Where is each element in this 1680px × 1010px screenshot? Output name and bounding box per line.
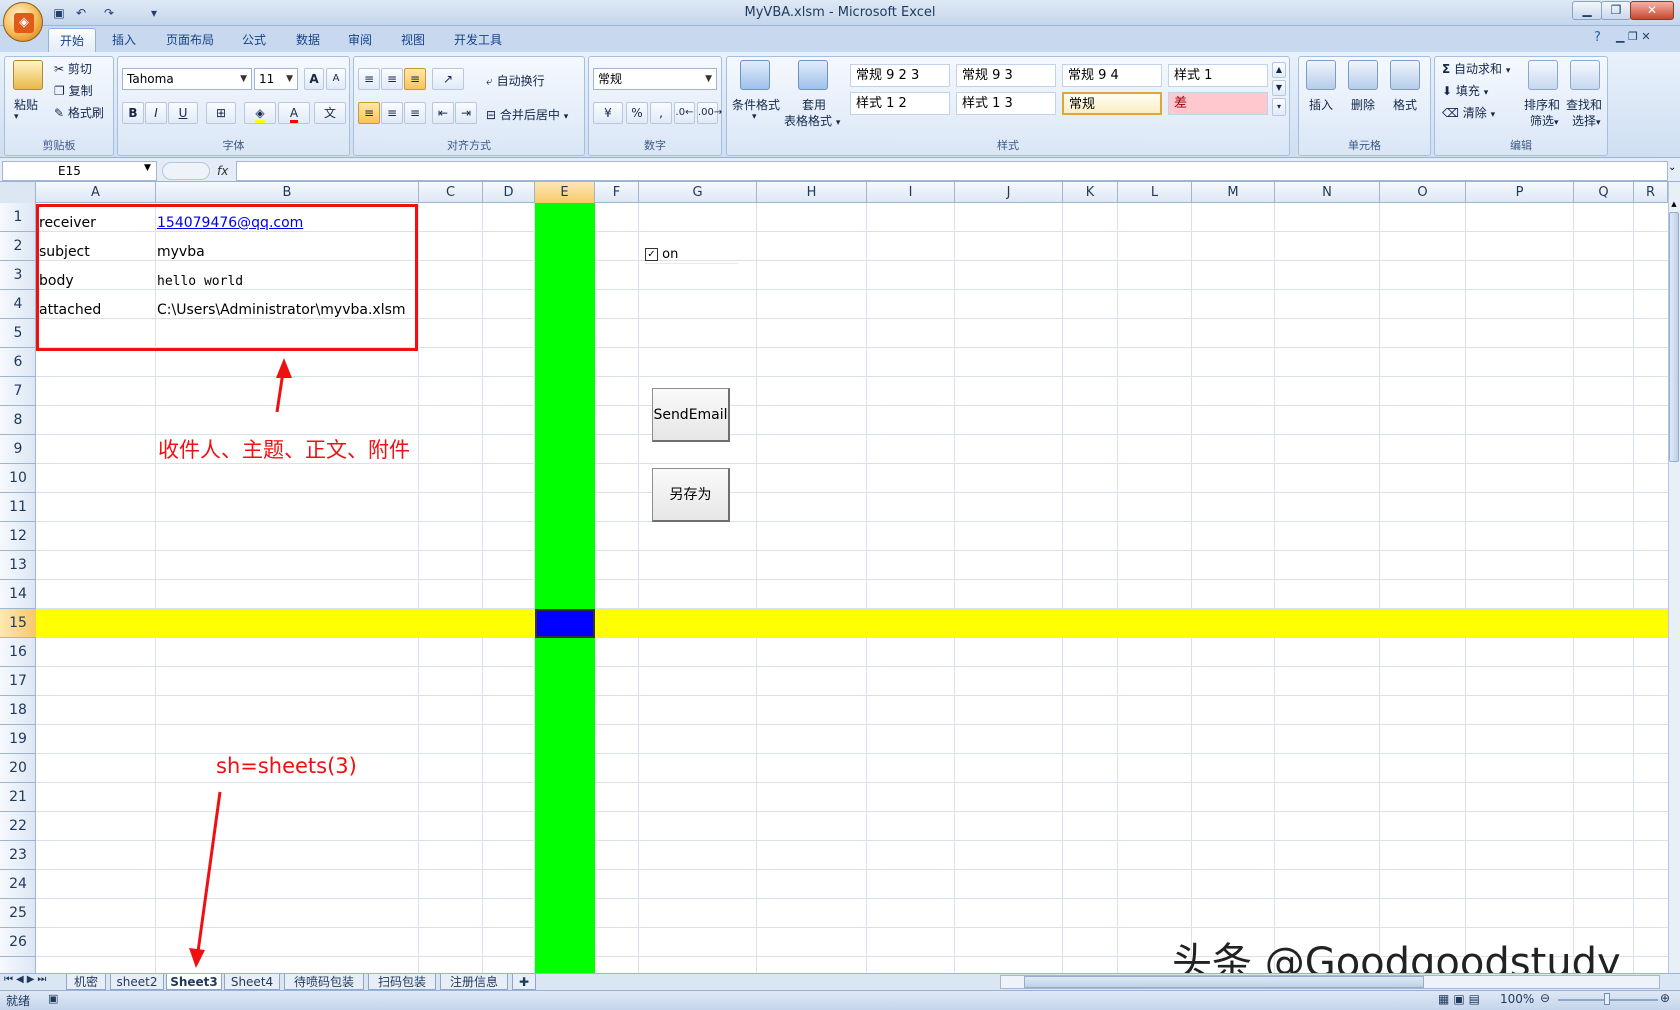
annotation-arrows bbox=[189, 358, 292, 968]
office-button[interactable]: ◈ bbox=[3, 2, 43, 42]
sheet-annotation: sh=sheets(3) bbox=[216, 754, 357, 778]
sheet-navigation-icon[interactable]: ⏮◀▶⏭ bbox=[4, 974, 49, 985]
vertical-scroll-thumb[interactable] bbox=[1669, 212, 1679, 462]
sheet-tab-jimi[interactable]: 机密 bbox=[66, 974, 106, 990]
macro-record-icon[interactable]: ▣ bbox=[48, 992, 58, 1005]
zoom-level[interactable]: 100% bbox=[1500, 992, 1534, 1006]
zoom-out-icon[interactable]: ⊖ bbox=[1540, 991, 1550, 1005]
sheet-tab-sheet4[interactable]: Sheet4 bbox=[224, 974, 280, 990]
sheet-tab-registration[interactable]: 注册信息 bbox=[440, 974, 508, 990]
zoom-in-icon[interactable]: ⊕ bbox=[1660, 991, 1670, 1005]
status-ready: 就绪 bbox=[6, 994, 31, 1008]
arrow-up-head bbox=[276, 358, 292, 378]
insert-sheet-icon[interactable]: ✚ bbox=[512, 974, 536, 990]
status-bar bbox=[0, 990, 1680, 1010]
sheet-tab-sheet2[interactable]: sheet2 bbox=[110, 974, 164, 990]
horizontal-scroll-thumb[interactable] bbox=[1024, 976, 1424, 988]
sheet-tab-pending-packaging[interactable]: 待喷码包装 bbox=[284, 974, 364, 990]
arrow-down-head bbox=[189, 948, 205, 968]
arrow-down-line bbox=[196, 791, 222, 953]
view-mode-icons[interactable]: ▦▣▤ bbox=[1438, 992, 1484, 1006]
fields-annotation: 收件人、主题、正文、附件 bbox=[158, 438, 410, 462]
scroll-up-icon[interactable]: ▲ bbox=[1669, 200, 1679, 210]
sheet-tab-sheet3[interactable]: Sheet3 bbox=[166, 974, 222, 990]
sheet-tab-scan-packaging[interactable]: 扫码包装 bbox=[368, 974, 436, 990]
office-logo-icon: ◈ bbox=[14, 13, 34, 33]
zoom-slider-thumb[interactable] bbox=[1604, 993, 1610, 1005]
